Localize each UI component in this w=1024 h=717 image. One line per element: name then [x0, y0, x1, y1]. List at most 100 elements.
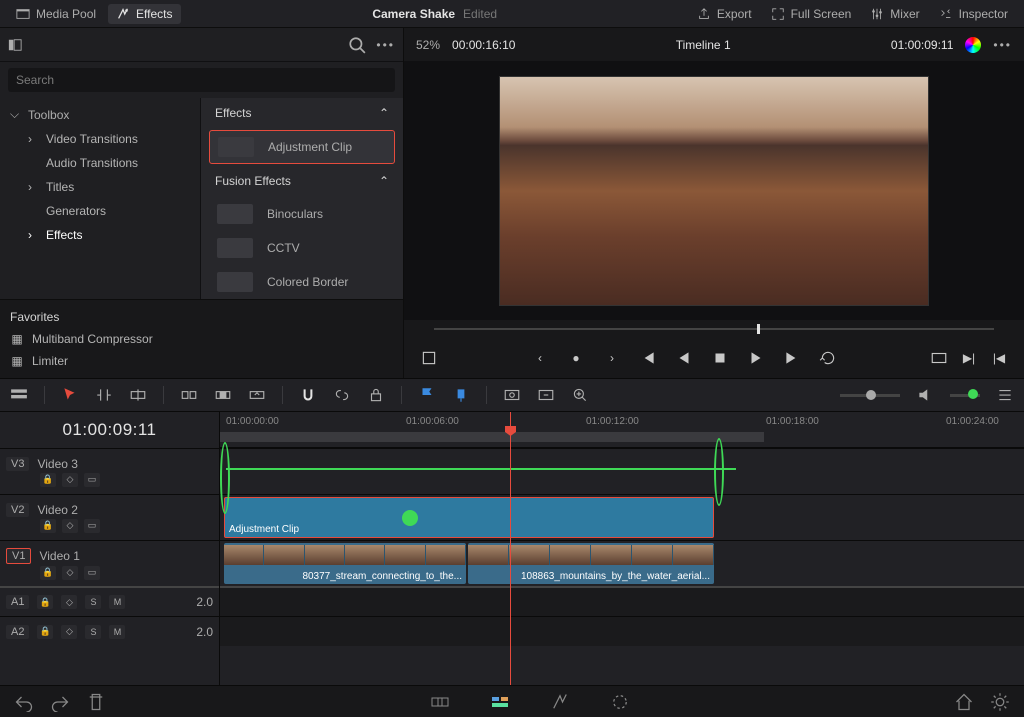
search-input[interactable]: Search: [8, 68, 395, 92]
play-reverse-icon[interactable]: [675, 349, 693, 367]
cat-audio-transitions[interactable]: Audio Transitions: [0, 151, 200, 175]
crop-icon[interactable]: [420, 349, 438, 367]
color-wheel-icon[interactable]: [965, 37, 981, 53]
trash-icon[interactable]: [86, 692, 106, 712]
clip-adjustment[interactable]: Adjustment Clip: [224, 497, 714, 538]
fav-limiter[interactable]: ▦Limiter: [0, 350, 403, 372]
insert-icon[interactable]: [180, 386, 198, 404]
zoom-out-icon[interactable]: [503, 386, 521, 404]
auto-select-icon[interactable]: ◇: [62, 566, 78, 580]
record-icon[interactable]: ●: [567, 349, 585, 367]
track-a2[interactable]: [220, 616, 1024, 646]
page-cut-icon[interactable]: [430, 692, 450, 712]
lock-icon[interactable]: 🔒: [37, 595, 53, 609]
track-header-a1[interactable]: A1 🔒 ◇ S M 2.0: [0, 586, 219, 616]
lock-icon[interactable]: [367, 386, 385, 404]
timeline-view-icon[interactable]: [10, 386, 28, 404]
page-fusion-icon[interactable]: [550, 692, 570, 712]
play-icon[interactable]: [747, 349, 765, 367]
track-v2[interactable]: Adjustment Clip: [220, 494, 1024, 540]
cat-effects[interactable]: ›Effects: [0, 223, 200, 247]
settings-icon[interactable]: [990, 692, 1010, 712]
export-button[interactable]: Export: [689, 4, 760, 24]
toolbox-header[interactable]: ⌵Toolbox: [0, 102, 200, 127]
blade-tool-icon[interactable]: [129, 386, 147, 404]
volume-slider[interactable]: [950, 394, 980, 397]
inspector-button[interactable]: Inspector: [931, 4, 1016, 24]
go-end-icon[interactable]: [783, 349, 801, 367]
visible-icon[interactable]: ▭: [84, 473, 100, 487]
track-header-v2[interactable]: V2Video 2 🔒◇▭: [0, 494, 219, 540]
track-v1[interactable]: 80377_stream_connecting_to_the... 108863…: [220, 540, 1024, 586]
effects-group-header[interactable]: Effects⌃: [205, 98, 399, 128]
go-start-icon[interactable]: [639, 349, 657, 367]
out-point-icon[interactable]: |◀: [990, 349, 1008, 367]
volume-icon[interactable]: [916, 386, 934, 404]
mute-button[interactable]: M: [109, 625, 125, 639]
visible-icon[interactable]: ▭: [84, 566, 100, 580]
track-area[interactable]: 01:00:00:00 01:00:06:00 01:00:12:00 01:0…: [220, 412, 1024, 685]
timeline-menu-icon[interactable]: [996, 386, 1014, 404]
mute-button[interactable]: M: [109, 595, 125, 609]
zoom-slider[interactable]: [840, 394, 900, 397]
auto-select-icon[interactable]: ◇: [62, 519, 78, 533]
track-v3[interactable]: [220, 448, 1024, 494]
visible-icon[interactable]: ▭: [84, 519, 100, 533]
playhead[interactable]: [510, 412, 511, 685]
trim-tool-icon[interactable]: [95, 386, 113, 404]
panel-layout-icon[interactable]: [8, 38, 22, 52]
timeline-ruler[interactable]: 01:00:00:00 01:00:06:00 01:00:12:00 01:0…: [220, 412, 1024, 448]
stop-icon[interactable]: [711, 349, 729, 367]
effects-tab[interactable]: Effects: [108, 4, 180, 24]
solo-button[interactable]: S: [85, 625, 101, 639]
cat-video-transitions[interactable]: ›Video Transitions: [0, 127, 200, 151]
cat-titles[interactable]: ›Titles: [0, 175, 200, 199]
lock-icon[interactable]: 🔒: [40, 473, 56, 487]
full-screen-button[interactable]: Full Screen: [763, 4, 860, 24]
mixer-button[interactable]: Mixer: [862, 4, 927, 24]
undo-icon[interactable]: [14, 692, 34, 712]
prev-marker-icon[interactable]: ‹: [531, 349, 549, 367]
next-marker-icon[interactable]: ›: [603, 349, 621, 367]
in-point-icon[interactable]: ▶|: [960, 349, 978, 367]
lock-icon[interactable]: 🔒: [40, 519, 56, 533]
solo-button[interactable]: S: [85, 595, 101, 609]
cat-generators[interactable]: Generators: [0, 199, 200, 223]
viewer-canvas[interactable]: [404, 62, 1024, 320]
zoom-fit-icon[interactable]: [537, 386, 555, 404]
flag-icon[interactable]: [418, 386, 436, 404]
auto-select-icon[interactable]: ◇: [61, 625, 77, 639]
link-icon[interactable]: [333, 386, 351, 404]
fusion-effects-group-header[interactable]: Fusion Effects⌃: [205, 166, 399, 196]
track-header-a2[interactable]: A2 🔒 ◇ S M 2.0: [0, 616, 219, 646]
track-header-v1[interactable]: V1Video 1 🔒◇▭: [0, 540, 219, 586]
fx-colored-border[interactable]: Colored Border: [209, 266, 395, 298]
media-pool-tab[interactable]: Media Pool: [8, 4, 104, 24]
viewer-zoom[interactable]: 52%: [416, 38, 440, 52]
track-header-v3[interactable]: V3Video 3 🔒◇▭: [0, 448, 219, 494]
fx-binoculars[interactable]: Binoculars: [209, 198, 395, 230]
timeline-name[interactable]: Timeline 1: [676, 38, 731, 52]
fx-adjustment-clip[interactable]: Adjustment Clip: [209, 130, 395, 164]
lock-icon[interactable]: 🔒: [40, 566, 56, 580]
fx-cctv[interactable]: CCTV: [209, 232, 395, 264]
replace-icon[interactable]: [248, 386, 266, 404]
search-icon[interactable]: [348, 36, 366, 54]
clip-video-2[interactable]: 108863_mountains_by_the_water_aerial...: [468, 543, 714, 584]
match-frame-icon[interactable]: [930, 349, 948, 367]
snap-icon[interactable]: [299, 386, 317, 404]
page-color-icon[interactable]: [610, 692, 630, 712]
lock-icon[interactable]: 🔒: [37, 625, 53, 639]
marker-icon[interactable]: [452, 386, 470, 404]
auto-select-icon[interactable]: ◇: [62, 473, 78, 487]
home-icon[interactable]: [954, 692, 974, 712]
track-a1[interactable]: [220, 586, 1024, 616]
fav-multiband-compressor[interactable]: ▦Multiband Compressor: [0, 328, 403, 350]
zoom-in-icon[interactable]: [571, 386, 589, 404]
auto-select-icon[interactable]: ◇: [61, 595, 77, 609]
page-edit-icon[interactable]: [490, 692, 510, 712]
redo-icon[interactable]: [50, 692, 70, 712]
selection-tool-icon[interactable]: [61, 386, 79, 404]
viewer-scrubber[interactable]: [404, 320, 1024, 338]
loop-icon[interactable]: [819, 349, 837, 367]
